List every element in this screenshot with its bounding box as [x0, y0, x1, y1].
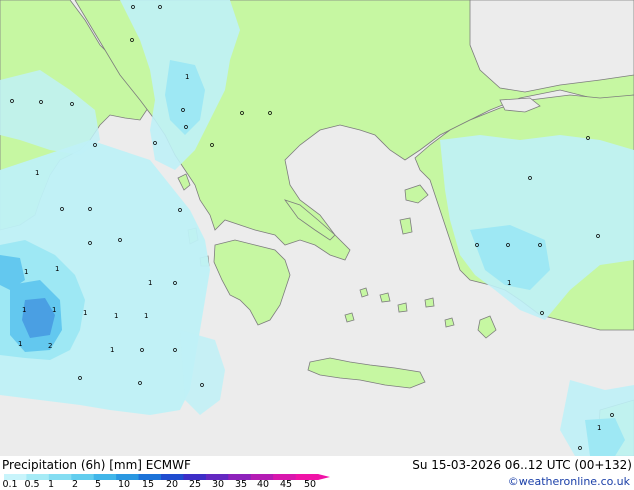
- black-sea: [469, 0, 634, 93]
- land-islet-3: [397, 302, 408, 313]
- precipitation-map: 1 1 1 1 1 1 1 1 1 1 1 1 2 1 1: [0, 0, 634, 457]
- legend-tick-label: 1: [47, 479, 55, 490]
- legend-tick-label: 20: [165, 479, 179, 490]
- point-label: 1: [52, 306, 56, 314]
- land-islet-5: [424, 297, 435, 308]
- point-label: 1: [144, 312, 148, 320]
- map-canvas: 1 1 1 1 1 1 1 1 1 1 1 1 2 1 1: [0, 0, 634, 457]
- legend-tick-label: 35: [234, 479, 248, 490]
- legend-tick-label: 0.5: [24, 479, 40, 490]
- legend-tick-label: 25: [188, 479, 202, 490]
- point-label: 1: [18, 340, 22, 348]
- legend-tick-label: 10: [117, 479, 131, 490]
- legend-tick-label: 15: [141, 479, 155, 490]
- point-label: 1: [24, 268, 28, 276]
- legend-tick-label: 2: [71, 479, 79, 490]
- legend-tick-label: 0.1: [2, 479, 18, 490]
- point-label: 1: [597, 424, 601, 432]
- land-islet-2: [379, 292, 391, 303]
- point-label: 1: [148, 279, 152, 287]
- credit-link[interactable]: ©weatheronline.co.uk: [508, 475, 630, 488]
- land-islet-4: [344, 312, 355, 323]
- point-label: 1: [114, 312, 118, 320]
- legend-tick-label: 40: [256, 479, 270, 490]
- legend-tick-label: 5: [94, 479, 102, 490]
- point-label: 1: [22, 306, 26, 314]
- point-label: 1: [35, 169, 39, 177]
- land-islet-1: [359, 287, 369, 298]
- point-label: 1: [55, 265, 59, 273]
- valid-time: Su 15-03-2026 06..12 UTC (00+132): [412, 458, 632, 472]
- point-label: 1: [110, 346, 114, 354]
- point-label: 2: [48, 342, 52, 350]
- map-footer: Precipitation (6h) [mm] ECMWF Su 15-03-2…: [0, 456, 634, 490]
- map-title: Precipitation (6h) [mm] ECMWF: [2, 458, 191, 472]
- legend-tick-label: 45: [279, 479, 293, 490]
- legend-tick-label: 30: [211, 479, 225, 490]
- point-label: 1: [185, 73, 189, 81]
- legend-tick-label: 50: [303, 479, 317, 490]
- point-label: 1: [507, 279, 511, 287]
- land-islet-6: [444, 317, 455, 328]
- legend-ticks: 0.1 0.5 1 2 5 10 15 20 25 30 35 40 45 50: [0, 480, 330, 490]
- point-label: 1: [83, 309, 87, 317]
